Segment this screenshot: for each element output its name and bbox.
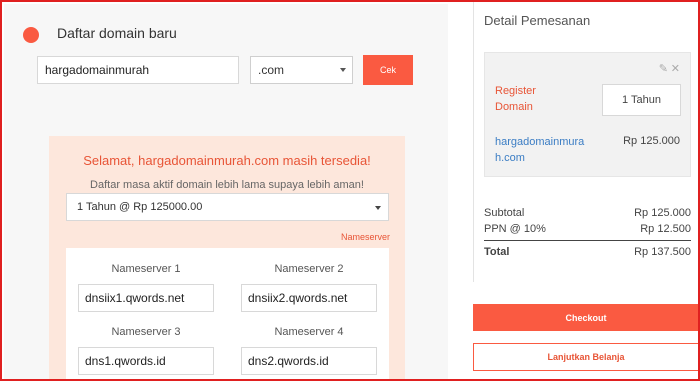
- step-title: Daftar domain baru: [57, 25, 177, 41]
- close-icon[interactable]: ✕: [671, 62, 680, 75]
- check-availability-button[interactable]: Cek: [363, 55, 413, 85]
- screenshot-frame: Daftar domain baru .com Cek Selamat, har…: [0, 0, 700, 381]
- nameserver-3-input[interactable]: [78, 347, 214, 375]
- order-detail-pane: Detail Pemesanan ✎ ✕ Register Domain 1 T…: [473, 2, 698, 282]
- nameserver-2-input[interactable]: [241, 284, 377, 312]
- period-selected-value: 1 Tahun @ Rp 125000.00: [77, 201, 203, 213]
- nameserver-1-label: Nameserver 1: [111, 263, 181, 275]
- availability-message: Selamat, hargadomainmurah.com masih ters…: [83, 153, 371, 168]
- nameserver-box: Nameserver 1 Nameserver 2 Nameserver 3 N…: [66, 248, 389, 379]
- nameserver-4-label: Nameserver 4: [274, 326, 344, 338]
- availability-panel: Selamat, hargadomainmurah.com masih ters…: [49, 136, 405, 379]
- checkout-button[interactable]: Checkout: [473, 304, 698, 331]
- domain-name-input[interactable]: [37, 56, 239, 84]
- order-item-type: Register Domain: [495, 85, 536, 113]
- total-value: Rp 137.500: [634, 246, 691, 258]
- nameserver-4-input[interactable]: [241, 347, 377, 375]
- nameserver-3-label: Nameserver 3: [111, 326, 181, 338]
- domain-registration-pane: Daftar domain baru .com Cek Selamat, har…: [4, 4, 448, 379]
- total-label: Total: [484, 246, 510, 258]
- order-totals: Subtotal Rp 125.000 PPN @ 10% Rp 12.500 …: [484, 205, 691, 260]
- edit-icon[interactable]: ✎: [659, 62, 668, 75]
- tax-value: Rp 12.500: [640, 223, 691, 235]
- nameserver-2-label: Nameserver 2: [274, 263, 344, 275]
- tax-row: PPN @ 10% Rp 12.500: [484, 221, 691, 237]
- subtotal-row: Subtotal Rp 125.000: [484, 205, 691, 221]
- registration-period-select[interactable]: 1 Tahun @ Rp 125000.00: [66, 193, 389, 221]
- subtotal-value: Rp 125.000: [634, 207, 691, 219]
- totals-divider: [484, 240, 691, 241]
- order-domain-link[interactable]: hargadomainmurah.com: [495, 134, 585, 166]
- continue-shopping-button[interactable]: Lanjutkan Belanja: [473, 343, 698, 371]
- tld-select[interactable]: .com: [250, 56, 353, 84]
- nameserver-toggle-link[interactable]: Nameserver: [341, 232, 390, 242]
- order-detail-title: Detail Pemesanan: [484, 13, 591, 28]
- order-item-price: Rp 125.000: [623, 135, 680, 147]
- order-item-card: ✎ ✕ Register Domain 1 Tahun hargadomainm…: [484, 52, 691, 177]
- chevron-down-icon: [375, 206, 381, 210]
- availability-subtitle: Daftar masa aktif domain lebih lama supa…: [90, 179, 364, 191]
- total-row: Total Rp 137.500: [484, 244, 691, 260]
- nameserver-1-input[interactable]: [78, 284, 214, 312]
- chevron-down-icon: [340, 68, 346, 72]
- tld-selected-value: .com: [258, 63, 285, 77]
- tax-label: PPN @ 10%: [484, 223, 546, 235]
- subtotal-label: Subtotal: [484, 207, 525, 219]
- step-indicator-dot: [23, 27, 39, 43]
- order-period-box: 1 Tahun: [602, 84, 681, 116]
